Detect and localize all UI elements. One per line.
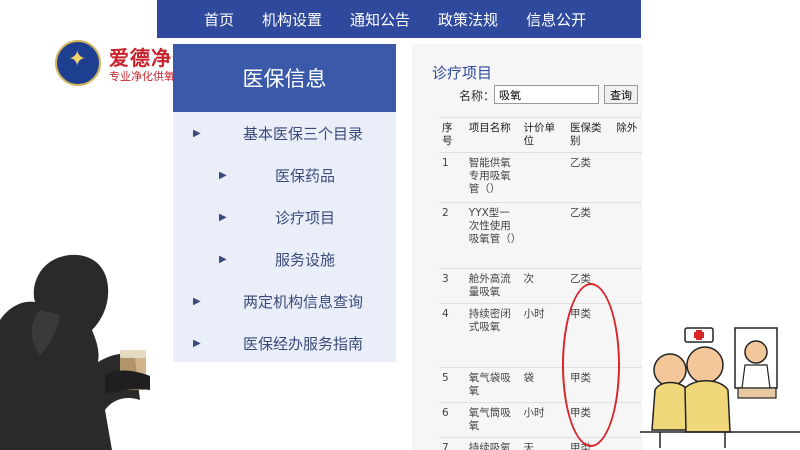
- table-row: 3 舱外高流量吸氧 次 乙类: [439, 268, 642, 304]
- cell-item-name: YYX型一次性使用吸氧管（）: [465, 202, 521, 269]
- header-category: 医保类别: [566, 117, 614, 153]
- nav-policies[interactable]: 政策法规: [424, 9, 512, 30]
- cell-item-name: 舱外高流量吸氧: [465, 268, 521, 304]
- search-label: 名称：: [459, 89, 496, 103]
- cell-unit: [520, 152, 567, 203]
- cell-index: 6: [439, 402, 466, 438]
- cell-unit: [520, 202, 567, 269]
- nav-home[interactable]: 首页: [157, 9, 248, 30]
- nav-notices[interactable]: 通知公告: [336, 9, 424, 30]
- triangle-right-icon: ▶: [219, 254, 227, 265]
- sidebar-item-drugs[interactable]: ▶ 医保药品: [173, 161, 396, 191]
- triangle-right-icon: ▶: [193, 338, 201, 349]
- cell-category: 乙类: [566, 152, 614, 203]
- sidebar: 医保信息 ▶ 基本医保三个目录 ▶ 医保药品 ▶ 诊疗项目 ▶ 服务设施 ▶ 两…: [173, 44, 396, 362]
- sidebar-item-label: 两定机构信息查询: [243, 293, 364, 311]
- sidebar-item-service-guide[interactable]: ▶ 医保经办服务指南: [173, 329, 396, 359]
- sidebar-item-label: 基本医保三个目录: [243, 125, 364, 143]
- cell-item-name: 持续吸氧: [465, 437, 521, 450]
- cell-index: 7: [439, 437, 466, 450]
- header-unit: 计价单位: [520, 117, 567, 153]
- header-exclusion: 除外: [613, 117, 642, 153]
- cell-index: 2: [439, 202, 466, 269]
- sidebar-title: 医保信息: [173, 44, 396, 112]
- sidebar-item-treatments[interactable]: ▶ 诊疗项目: [173, 203, 396, 233]
- table-header-row: 序号 项目名称 计价单位 医保类别 除外: [439, 117, 642, 153]
- cell-unit: 天: [520, 437, 567, 450]
- cell-exclusion: [613, 268, 642, 304]
- triangle-right-icon: ▶: [219, 170, 227, 181]
- cell-index: 3: [439, 268, 466, 304]
- triangle-right-icon: ▶: [219, 212, 227, 223]
- logo-tagline: 专业净化供氧: [109, 70, 175, 83]
- cell-unit: 次: [520, 268, 567, 304]
- silhouette-person-illustration: [0, 254, 150, 450]
- sidebar-item-label: 服务设施: [275, 251, 336, 269]
- cell-item-name: 氧气袋吸氧: [465, 367, 521, 403]
- cell-unit: 小时: [520, 303, 567, 368]
- cell-item-name: 氧气筒吸氧: [465, 402, 521, 438]
- cell-exclusion: [613, 202, 642, 269]
- header-item-name: 项目名称: [465, 117, 521, 153]
- triangle-right-icon: ▶: [193, 296, 201, 307]
- nav-organization[interactable]: 机构设置: [248, 9, 336, 30]
- search-input[interactable]: [494, 85, 599, 104]
- cell-exclusion: [613, 152, 642, 203]
- sidebar-item-institution-query[interactable]: ▶ 两定机构信息查询: [173, 287, 396, 317]
- page-title: 诊疗项目: [432, 64, 493, 82]
- sidebar-item-catalogs[interactable]: ▶ 基本医保三个目录: [173, 119, 396, 149]
- highlight-oval: [562, 283, 620, 447]
- table-row: 1 智能供氧专用吸氧管（） 乙类: [439, 152, 642, 203]
- cell-exclusion: [613, 402, 642, 438]
- search-button[interactable]: 查询: [604, 85, 638, 104]
- top-nav: 首页 机构设置 通知公告 政策法规 信息公开: [157, 0, 641, 38]
- header-index: 序号: [439, 117, 466, 153]
- cartoon-doctors-illustration: [640, 327, 800, 448]
- cell-exclusion: [613, 437, 642, 450]
- logo-emblem-icon: ✦: [55, 40, 101, 86]
- table-row: 7 持续吸氧 天 甲类: [439, 437, 642, 450]
- sidebar-item-facilities[interactable]: ▶ 服务设施: [173, 245, 396, 275]
- sidebar-item-label: 医保经办服务指南: [243, 335, 364, 353]
- cell-category: 乙类: [566, 202, 614, 269]
- cell-index: 4: [439, 303, 466, 368]
- sidebar-item-label: 诊疗项目: [275, 209, 336, 227]
- cell-unit: 袋: [520, 367, 567, 403]
- sidebar-item-label: 医保药品: [275, 167, 336, 185]
- cell-index: 1: [439, 152, 466, 203]
- triangle-right-icon: ▶: [193, 128, 201, 139]
- table-row: 2 YYX型一次性使用吸氧管（） 乙类: [439, 202, 642, 269]
- cell-item-name: 智能供氧专用吸氧管（）: [465, 152, 521, 203]
- cell-index: 5: [439, 367, 466, 403]
- nav-disclosure[interactable]: 信息公开: [512, 9, 600, 30]
- cell-item-name: 持续密闭式吸氧: [465, 303, 521, 368]
- cell-unit: 小时: [520, 402, 567, 438]
